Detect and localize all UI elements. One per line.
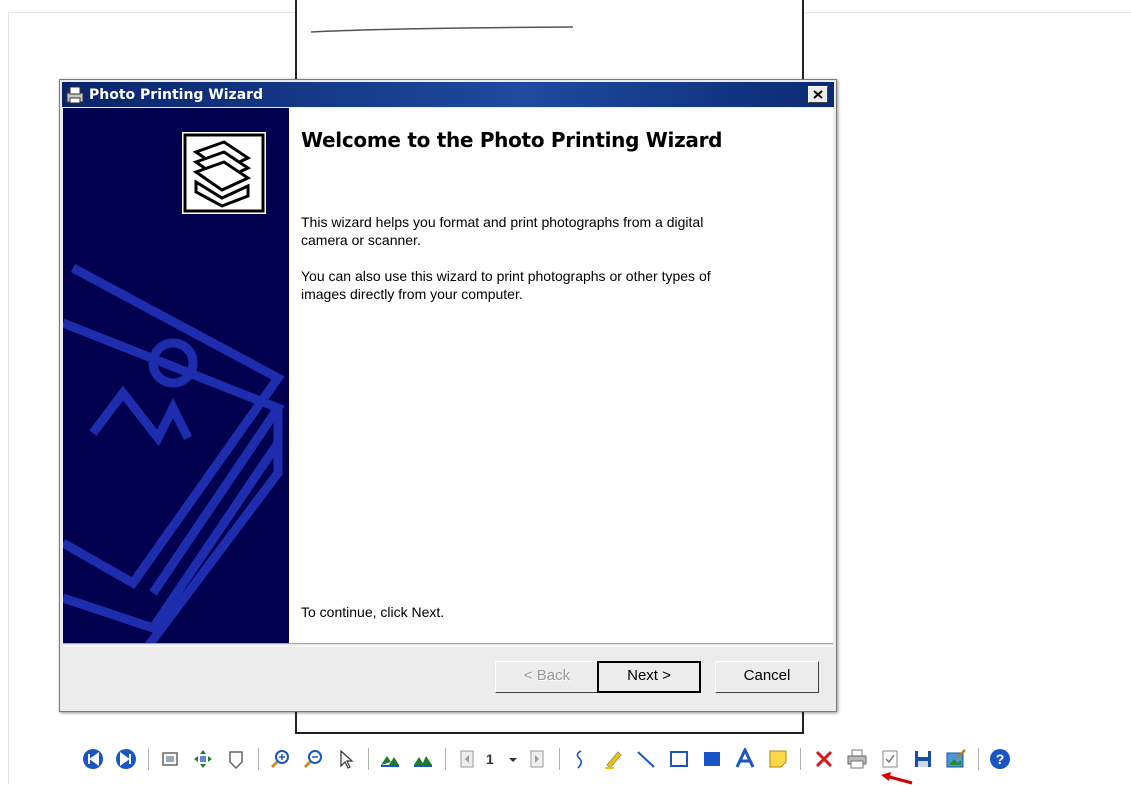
toolbar-separator: [148, 748, 149, 770]
printer-icon: [66, 86, 84, 104]
toolbar-separator: [978, 748, 979, 770]
toolbar-separator: [445, 748, 446, 770]
image-edit-icon[interactable]: [945, 748, 967, 770]
toolbar-separator: [800, 748, 801, 770]
rotate-left-icon[interactable]: [379, 748, 401, 770]
save-icon[interactable]: [912, 748, 934, 770]
dialog-titlebar[interactable]: Photo Printing Wizard: [62, 82, 834, 107]
zoom-out-icon[interactable]: [302, 748, 324, 770]
pan-icon[interactable]: [192, 748, 214, 770]
wizard-banner: [63, 108, 289, 643]
toolbar-separator: [559, 748, 560, 770]
continue-instruction: To continue, click Next.: [301, 604, 445, 620]
photo-stack-icon: [183, 133, 265, 213]
fit-width-icon[interactable]: [225, 748, 247, 770]
photo-printing-wizard-dialog: Photo Printing Wizard Welcome to the Pho…: [59, 79, 837, 712]
close-icon: [813, 90, 823, 99]
rectangle-icon[interactable]: [668, 748, 690, 770]
text-icon[interactable]: [734, 748, 756, 770]
next-page-icon[interactable]: [115, 748, 137, 770]
previous-page-icon[interactable]: [82, 748, 104, 770]
rotate-right-icon[interactable]: [412, 748, 434, 770]
next-button[interactable]: Next >: [597, 661, 701, 693]
page-number: 1: [486, 751, 494, 767]
zoom-in-icon[interactable]: [269, 748, 291, 770]
wizard-content: Welcome to the Photo Printing Wizard Thi…: [289, 108, 833, 643]
page-back-icon[interactable]: [456, 748, 478, 770]
dialog-title: Photo Printing Wizard: [89, 87, 264, 103]
scribble-mark: [311, 26, 573, 33]
toolbar-separator: [258, 748, 259, 770]
wizard-description: This wizard helps you format and print p…: [301, 214, 704, 248]
wizard-body: Welcome to the Photo Printing Wizard Thi…: [63, 108, 833, 643]
svg-text:?: ?: [996, 751, 1005, 767]
select-pointer-icon[interactable]: [335, 748, 357, 770]
toolbar-separator: [368, 748, 369, 770]
wizard-heading: Welcome to the Photo Printing Wizard: [301, 128, 723, 152]
checkbox-icon[interactable]: [879, 748, 901, 770]
delete-icon[interactable]: [813, 748, 835, 770]
print-icon[interactable]: [846, 748, 868, 770]
page-forward-icon[interactable]: [526, 748, 548, 770]
close-button[interactable]: [808, 86, 828, 103]
fit-page-icon[interactable]: [159, 748, 181, 770]
page-dropdown-icon[interactable]: [502, 748, 524, 770]
line-icon[interactable]: [635, 748, 657, 770]
help-icon[interactable]: ?: [989, 748, 1011, 770]
wizard-logo: [182, 132, 266, 214]
sticky-note-icon[interactable]: [767, 748, 789, 770]
cancel-button[interactable]: Cancel: [715, 661, 819, 693]
freehand-pen-icon[interactable]: [569, 748, 591, 770]
viewer-toolbar: 1 ?: [82, 746, 1022, 774]
back-button[interactable]: < Back: [495, 661, 599, 693]
button-separator: [63, 643, 833, 647]
filled-rectangle-icon[interactable]: [701, 748, 723, 770]
wizard-description-secondary: You can also use this wizard to print ph…: [301, 268, 711, 302]
highlighter-icon[interactable]: [602, 748, 624, 770]
